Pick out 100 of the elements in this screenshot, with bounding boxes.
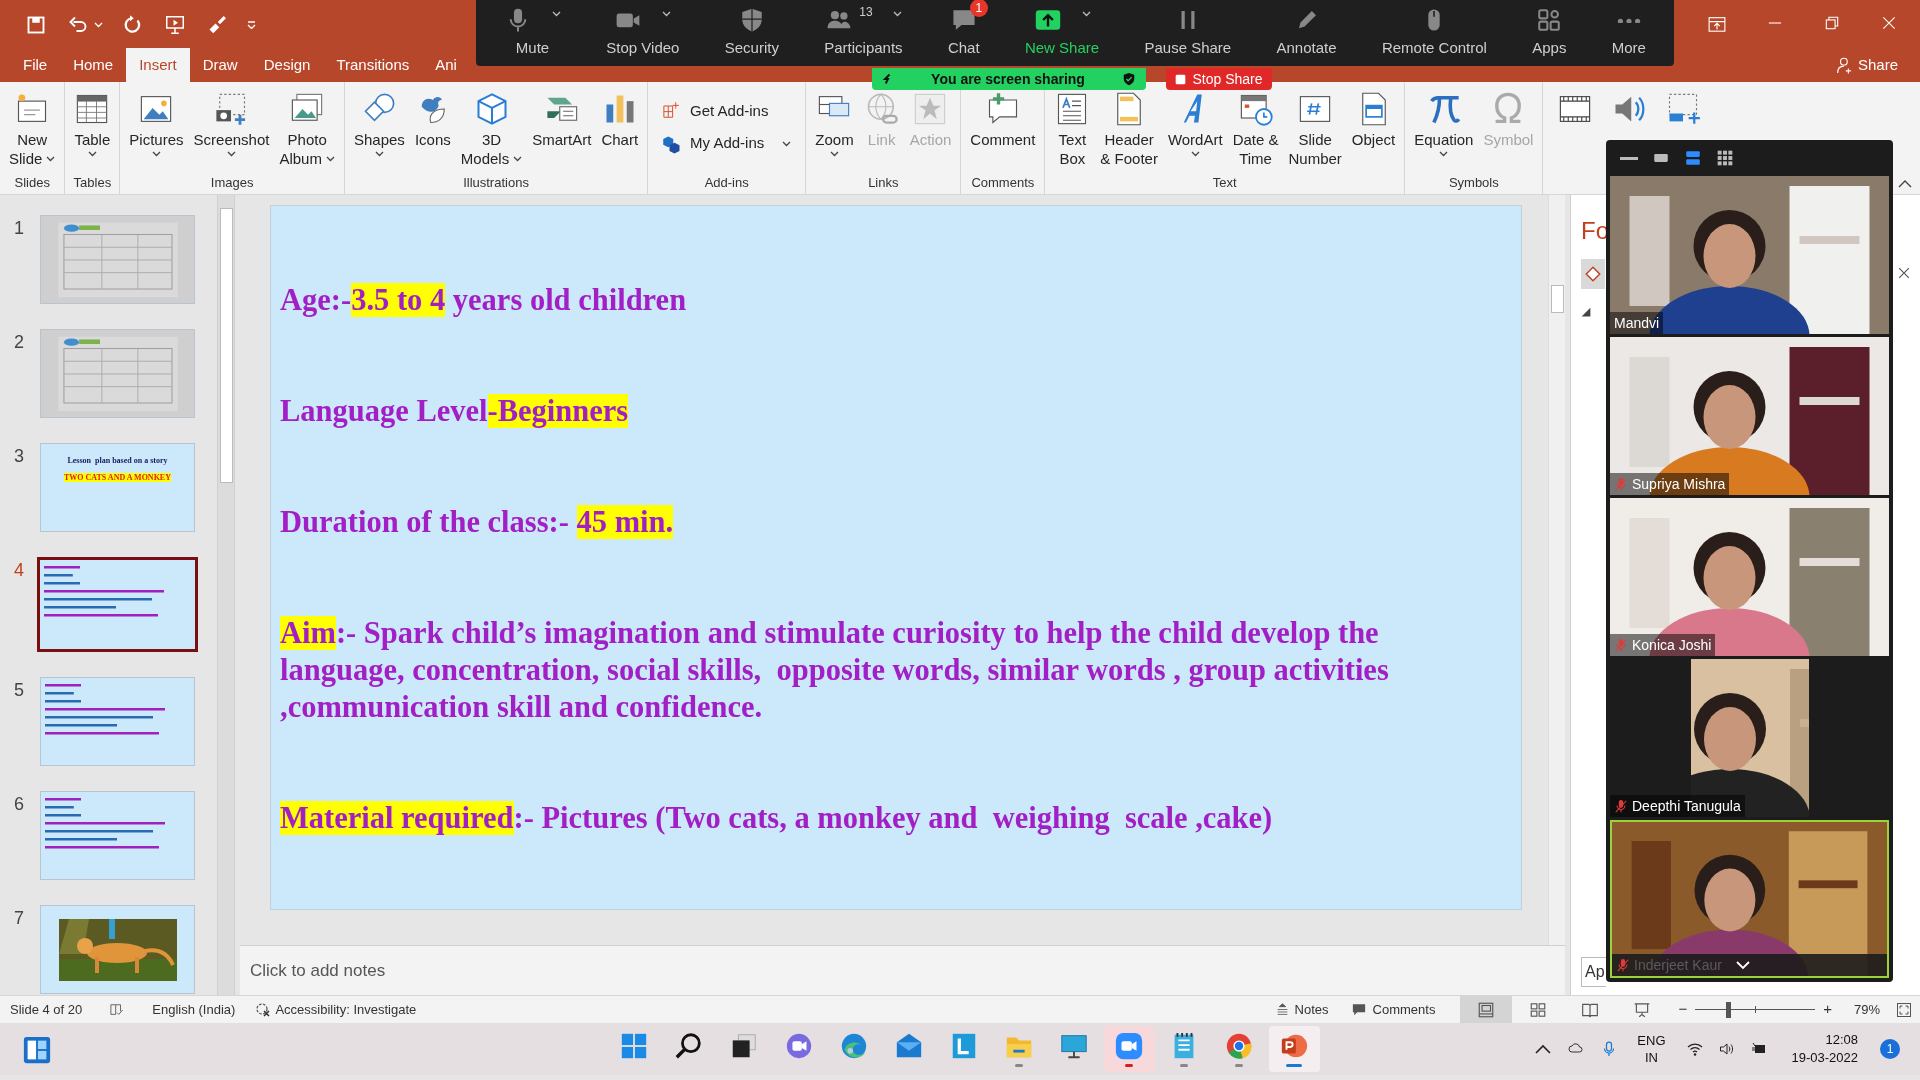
video-tile[interactable]: Mandvi (1610, 176, 1889, 334)
chevron-down-icon (1735, 960, 1750, 970)
slide-counter: Slide 4 of 20 (10, 1000, 83, 1019)
mouse-button[interactable]: Remote Control (1371, 0, 1497, 66)
video-tile[interactable]: Konica Joshi (1610, 498, 1889, 656)
normal-view-icon (1477, 1000, 1496, 1019)
scroll-bar[interactable] (217, 195, 234, 995)
zoom-slider[interactable] (1695, 1001, 1816, 1018)
chevron-up-icon (1535, 1044, 1552, 1054)
ribbon-tab[interactable]: Transitions (323, 48, 423, 82)
zoom-out-button[interactable]: − (1678, 998, 1688, 1021)
caret-icon (374, 151, 384, 157)
notification-badge[interactable]: 1 (1880, 1039, 1900, 1059)
chat-icon (784, 1031, 814, 1061)
slide-number-button[interactable]: Slide Number (1283, 91, 1347, 168)
slide-thumbnail[interactable] (37, 557, 198, 652)
minimize-icon (1620, 156, 1638, 160)
muted-microphone-icon (1614, 799, 1628, 813)
slide-text: Language Level-Beginners (280, 393, 630, 430)
participant-count: 13 (859, 3, 873, 21)
language-status[interactable]: English (India) (152, 999, 236, 1020)
ribbon-tab[interactable]: Home (60, 48, 127, 82)
presentation-icon (1633, 1000, 1652, 1019)
scroll-bar[interactable] (1548, 195, 1565, 945)
search-icon (674, 1031, 704, 1061)
notes-input[interactable]: Click to add notes (250, 957, 1565, 984)
pencil-button[interactable]: Annotate (1266, 0, 1347, 66)
normal-view-button[interactable] (1460, 995, 1513, 1024)
slide-number: 2 (13, 331, 25, 354)
start-icon (619, 1031, 649, 1061)
cube-button[interactable]: My Add-ins (662, 132, 792, 155)
caret-icon (227, 151, 236, 157)
expand-icon (1581, 307, 1591, 317)
more-button[interactable]: More (1601, 0, 1656, 66)
slide-sorter-icon (1529, 1000, 1548, 1019)
comments-button[interactable]: Comments (1350, 999, 1436, 1020)
notes-button[interactable]: Notes (1275, 999, 1329, 1020)
ribbon-tab[interactable]: Ani (422, 48, 457, 82)
close-icon (1898, 267, 1910, 279)
people-button[interactable]: 13 Participants (814, 0, 913, 66)
page-button[interactable]: Header & Footer (1095, 91, 1163, 168)
thumbnail-text: TWO CATS AND A MONKEY (64, 473, 171, 482)
group-label: Comments (970, 173, 1036, 192)
caret-icon (87, 151, 97, 157)
pi-button[interactable]: Equation (1409, 91, 1479, 157)
cube-button[interactable]: 3D Models (455, 91, 528, 168)
collapse-icon (1898, 179, 1912, 188)
video-camera-icon (1114, 1031, 1144, 1061)
add-in-button[interactable]: Get Add-ins (662, 99, 792, 123)
calendar-button[interactable]: Date & Time (1227, 91, 1284, 168)
table-button[interactable]: Table (69, 91, 116, 157)
notes-field[interactable]: Click to add notes (240, 945, 1565, 995)
share-screen-button[interactable]: New Share (1014, 0, 1110, 66)
muted-microphone-icon (1616, 958, 1630, 972)
ribbon-tab[interactable]: Design (250, 48, 324, 82)
input-language[interactable]: ENG IN (1637, 1032, 1666, 1066)
stop-share-button[interactable]: Stop Share (1166, 68, 1272, 90)
caret-icon (782, 140, 792, 147)
video-tile[interactable]: Supriya Mishra (1610, 337, 1889, 495)
zoom-in-button[interactable]: + (1823, 998, 1832, 1021)
present-button[interactable] (163, 13, 187, 37)
slide-thumbnail[interactable]: Lesson plan based on a story TWO CATS AND A MONKEY (40, 443, 195, 532)
widgets-icon (22, 1035, 52, 1065)
clock-date[interactable]: 19-03-2022 (1791, 1049, 1858, 1067)
picture-button[interactable]: Pictures (124, 91, 189, 157)
clock-time[interactable]: 12:08 (1825, 1031, 1858, 1049)
slider-thumb[interactable] (1726, 1001, 1732, 1018)
group-label: Illustrations (462, 173, 530, 192)
customize-button[interactable] (247, 21, 256, 29)
video-camera-button[interactable]: Stop Video (596, 0, 690, 66)
text-box-button[interactable]: Text Box (1049, 91, 1096, 168)
sharing-status: You are screen sharing (930, 69, 1086, 89)
pause-button[interactable]: Pause Share (1134, 0, 1242, 66)
group-label: Links (867, 173, 900, 192)
new-slide-button[interactable]: New Slide (4, 91, 61, 168)
accessibility-status[interactable]: Accessibility: Investigate (275, 999, 417, 1020)
shapes-button[interactable]: Shapes (348, 91, 410, 157)
microphone-button[interactable]: Mute (494, 0, 571, 66)
wordart-button[interactable]: WordArt (1162, 91, 1228, 157)
zoom-button[interactable]: Zoom (810, 91, 859, 157)
comment-button[interactable]: Comment (965, 91, 1041, 149)
screenshot-button[interactable]: Screenshot (188, 91, 275, 157)
caret-icon (892, 10, 902, 17)
diagram-button[interactable]: SmartArt (527, 91, 597, 149)
volume-icon (1717, 1041, 1736, 1057)
shield-button[interactable]: Security (714, 0, 789, 66)
ribbon-tab[interactable]: Draw (189, 48, 251, 82)
object-button[interactable]: Object (1346, 91, 1401, 149)
bird-button[interactable]: Icons (409, 91, 456, 149)
photo-album-button[interactable]: Photo Album (274, 91, 340, 168)
chat-bubble-button[interactable]: 1 Chat (937, 0, 990, 66)
apps-button[interactable]: Apps (1522, 0, 1577, 66)
caret-icon (94, 22, 103, 28)
ribbon-tab[interactable]: File (10, 48, 61, 82)
zoom-level[interactable]: 79% (1853, 999, 1880, 1020)
share-button[interactable]: Share (1835, 53, 1920, 76)
stop-icon (1175, 73, 1187, 85)
bar-chart-button[interactable]: Chart (596, 91, 644, 149)
notes-icon (1275, 1003, 1289, 1016)
ribbon-tab[interactable]: Insert (126, 48, 190, 82)
